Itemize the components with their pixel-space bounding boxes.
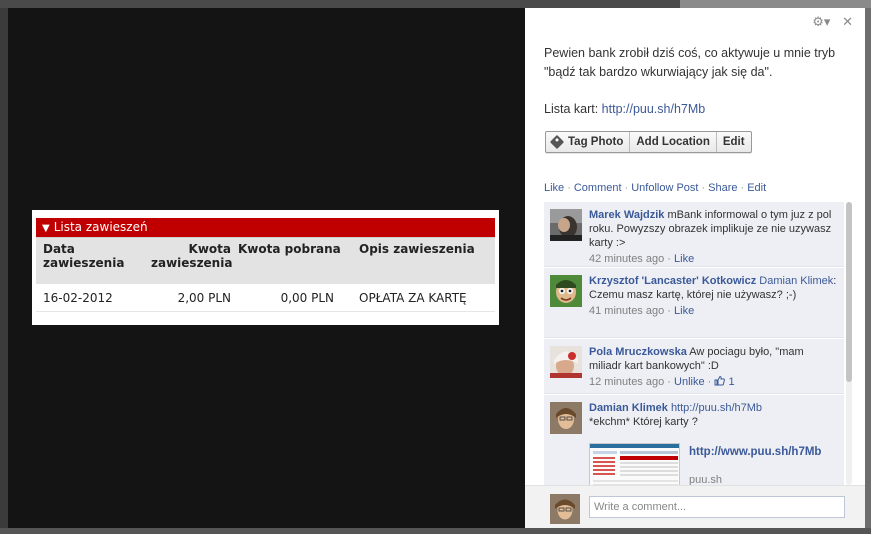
caption-text: Pewien bank zrobił dziś coś, co aktywuje…: [544, 46, 836, 79]
col-description-header: Opis zawieszenia: [359, 242, 475, 256]
photo-caption: Pewien bank zrobił dziś coś, co aktywuje…: [544, 44, 839, 137]
photo-table-row: 16-02-2012 2,00 PLN 0,00 PLN OPŁATA ZA K…: [36, 284, 495, 312]
link-preview-image: [590, 444, 679, 485]
comment-input[interactable]: [589, 496, 845, 518]
photo-table-column-header: Data zawieszenia Kwota zawieszenia Kwota…: [36, 237, 495, 284]
cell-charged: 0,00 PLN: [280, 291, 334, 305]
avatar: [550, 494, 580, 524]
avatar[interactable]: [550, 402, 582, 434]
triangle-down-icon: ▼: [42, 223, 50, 234]
avatar[interactable]: [550, 346, 582, 378]
comment-meta: 42 minutes ago · Like: [589, 252, 839, 266]
story-actions: Like · Comment · Unfollow Post · Share · Edit: [544, 182, 766, 194]
comment-text: *ekchm* Której karty ?: [589, 416, 698, 428]
col-charged-header: Kwota pobrana: [238, 242, 341, 256]
avatar[interactable]: [550, 209, 582, 241]
comment-body: Krzysztof 'Lancaster' Kotkowicz Damian K…: [589, 274, 839, 318]
background-page-right: [865, 8, 871, 534]
photo-table-header-bar: ▼ Lista zawieszeń: [36, 218, 495, 237]
comment-time[interactable]: 12 minutes ago: [589, 376, 664, 388]
separator: ·: [667, 376, 671, 388]
comment-list[interactable]: Marek Wajdzik mBank informowal o tym juz…: [544, 202, 844, 485]
link-preview[interactable]: http://www.puu.sh/h7Mb puu.sh: [589, 443, 839, 485]
col-amount-header: Kwota zawieszenia: [151, 242, 233, 270]
unfollow-link[interactable]: Unfollow Post: [631, 182, 698, 194]
comment-author[interactable]: Damian Klimek: [589, 402, 668, 414]
col-date-header: Data zawieszenia: [43, 242, 125, 270]
gear-icon[interactable]: ⚙▾: [812, 14, 830, 29]
photo-table-title: Lista zawieszeń: [53, 220, 148, 234]
comment-composer: [525, 485, 865, 528]
comments-scrollbar[interactable]: [845, 202, 853, 485]
share-link[interactable]: Share: [708, 182, 737, 194]
tag-photo-label: Tag Photo: [568, 136, 624, 148]
link-preview-thumbnail[interactable]: [589, 443, 680, 485]
separator: ·: [624, 182, 629, 194]
separator: ·: [667, 253, 671, 265]
comment-like-link[interactable]: Like: [674, 305, 694, 317]
comment-item: Damian Klimek http://puu.sh/h7Mb *ekchm*…: [544, 395, 844, 485]
comment-time[interactable]: 41 minutes ago: [589, 305, 664, 317]
likes-count-value: 1: [728, 376, 735, 388]
separator: ·: [567, 182, 571, 194]
comment-item: Krzysztof 'Lancaster' Kotkowicz Damian K…: [544, 268, 844, 338]
close-icon[interactable]: ✕: [842, 14, 853, 29]
comment-mention[interactable]: Damian Klimek: [759, 275, 833, 287]
comment-author[interactable]: Marek Wajdzik: [589, 209, 664, 221]
comment-author[interactable]: Pola Mruczkowska: [589, 346, 687, 358]
cell-date: 16-02-2012: [43, 291, 113, 305]
separator: ·: [740, 182, 745, 194]
panel-controls: ⚙▾ ✕: [804, 14, 853, 30]
photo-side-panel: ⚙▾ ✕ Pewien bank zrobił dziś coś, co akt…: [525, 8, 865, 528]
comment-link[interactable]: Comment: [574, 182, 622, 194]
separator: ·: [707, 376, 712, 388]
like-link[interactable]: Like: [544, 182, 564, 194]
comment-meta: 41 minutes ago · Like: [589, 304, 839, 318]
comment-meta: 12 minutes ago · Unlike · 1: [589, 375, 839, 389]
comment-like-link[interactable]: Like: [674, 253, 694, 265]
comment-body: Marek Wajdzik mBank informowal o tym juz…: [589, 208, 839, 266]
tag-icon: [549, 134, 565, 150]
avatar[interactable]: [550, 275, 582, 307]
comment-body: Pola Mruczkowska Aw pociagu było, "mam m…: [589, 345, 839, 389]
cell-amount: 2,00 PLN: [177, 291, 231, 305]
comment-item: Pola Mruczkowska Aw pociagu było, "mam m…: [544, 339, 844, 394]
edit-link[interactable]: Edit: [747, 182, 766, 194]
add-location-button[interactable]: Add Location: [630, 132, 717, 152]
comment-body: Damian Klimek http://puu.sh/h7Mb *ekchm*…: [589, 401, 839, 429]
comment-item: Marek Wajdzik mBank informowal o tym juz…: [544, 202, 844, 267]
separator: ·: [701, 182, 706, 194]
comment-unlike-link[interactable]: Unlike: [674, 376, 705, 388]
link-preview-title[interactable]: http://www.puu.sh/h7Mb: [689, 445, 829, 459]
likes-count[interactable]: 1: [714, 375, 735, 388]
tag-photo-button[interactable]: Tag Photo: [546, 132, 631, 152]
caption-prefix: Lista kart:: [544, 102, 602, 116]
edit-button[interactable]: Edit: [717, 132, 751, 152]
caption-links-line: Lista kart: http://puu.sh/h7Mb: [544, 100, 839, 119]
background-page-bottom: [0, 528, 871, 534]
link-preview-domain: puu.sh: [689, 474, 723, 485]
comment-author[interactable]: Krzysztof 'Lancaster' Kotkowicz: [589, 275, 756, 287]
photo-action-buttons: Tag Photo Add Location Edit: [545, 131, 752, 153]
comment-time[interactable]: 42 minutes ago: [589, 253, 664, 265]
caption-link[interactable]: http://puu.sh/h7Mb: [602, 102, 706, 116]
photo-image: ▼ Lista zawieszeń Data zawieszenia Kwota …: [32, 210, 499, 325]
separator: ·: [667, 305, 671, 317]
thumbs-up-icon: [714, 375, 726, 386]
cell-description: OPŁATA ZA KARTĘ: [359, 291, 467, 305]
background-page-top-right: [680, 0, 871, 8]
comment-link[interactable]: http://puu.sh/h7Mb: [671, 402, 762, 414]
